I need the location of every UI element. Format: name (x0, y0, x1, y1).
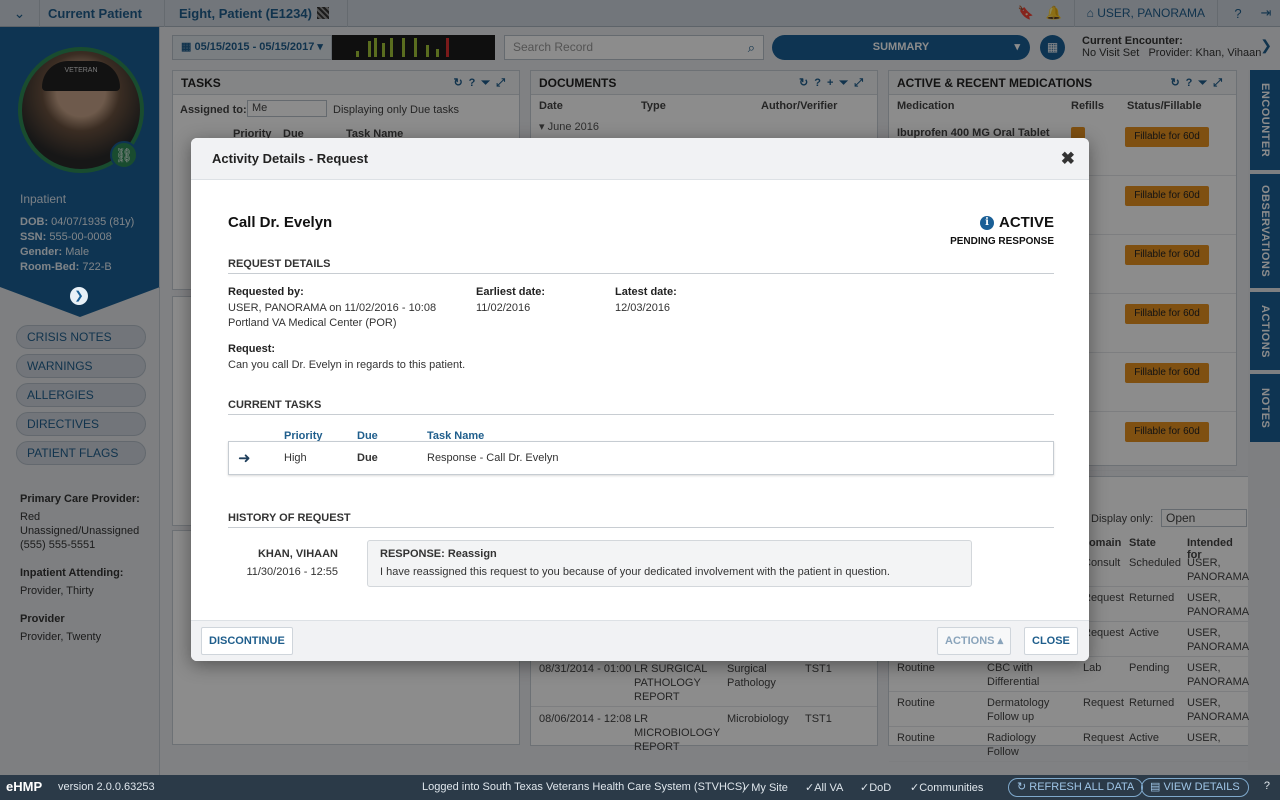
site-communities[interactable]: ✓Communities (910, 781, 983, 794)
earliest-date-label: Earliest date: (476, 286, 546, 298)
view-details-label: VIEW DETAILS (1163, 781, 1240, 793)
brand-logo: eHMP (6, 779, 43, 794)
modal-header: Activity Details - Request ✖ (191, 138, 1089, 180)
task-name: Response - Call Dr. Evelyn (427, 452, 559, 464)
arrow-right-icon: ➜ (238, 450, 251, 467)
history-datetime: 11/30/2016 - 12:55 (246, 566, 338, 578)
request-label: Request: (228, 343, 276, 355)
facility-value: Portland VA Medical Center (POR) (228, 317, 397, 329)
current-tasks-heading: CURRENT TASKS (228, 399, 1054, 415)
request-title: Call Dr. Evelyn (228, 214, 333, 231)
earliest-date-value: 11/02/2016 (476, 302, 531, 314)
info-icon[interactable]: i (979, 215, 994, 230)
request-status-text: ACTIVE (998, 214, 1054, 231)
actions-button[interactable]: ACTIONS ▴ (937, 627, 1012, 655)
response-title: RESPONSE: Reassign (380, 548, 497, 560)
site-label: DoD (869, 782, 892, 794)
modal-body: Call Dr. Evelyn i ACTIVE PENDING RESPONS… (228, 180, 1054, 620)
site-label: All VA (814, 782, 844, 794)
task-due: Due (357, 452, 378, 464)
site-label: My Site (751, 782, 788, 794)
status-footer: eHMP version 2.0.0.63253 Logged into Sou… (0, 775, 1280, 800)
task-row[interactable]: ➜ High Due Response - Call Dr. Evelyn (228, 441, 1054, 475)
site-dod[interactable]: ✓DoD (860, 781, 891, 794)
request-details-heading: REQUEST DETAILS (228, 258, 1054, 274)
modal-footer: DISCONTINUE ACTIONS ▴ CLOSE (191, 620, 1089, 661)
requested-by-value: USER, PANORAMA on 11/02/2016 - 10:08 (228, 302, 437, 314)
modal-title: Activity Details - Request (212, 151, 369, 166)
requested-by-label: Requested by: (228, 286, 304, 298)
history-response: RESPONSE: Reassign I have reassigned thi… (367, 540, 972, 587)
actions-label: ACTIONS (945, 635, 995, 647)
site-all-va[interactable]: ✓All VA (805, 781, 843, 794)
caret-up-icon: ▴ (997, 635, 1004, 647)
activity-details-modal: Activity Details - Request ✖ Call Dr. Ev… (191, 138, 1089, 661)
refresh-label: REFRESH ALL DATA (1029, 781, 1135, 793)
view-details-button[interactable]: ▤ VIEW DETAILS (1141, 778, 1249, 797)
expand-chevron-icon[interactable]: ❯ (70, 287, 88, 305)
site-my-site[interactable]: ✓My Site (742, 781, 788, 794)
help-icon[interactable]: ? (1264, 780, 1270, 792)
latest-date-value: 12/03/2016 (615, 302, 671, 314)
login-status: Logged into South Texas Veterans Health … (422, 781, 746, 793)
request-substatus: PENDING RESPONSE (950, 236, 1054, 247)
site-label: Communities (919, 782, 984, 794)
latest-date-label: Latest date: (615, 286, 677, 298)
discontinue-button[interactable]: DISCONTINUE (201, 627, 293, 655)
close-icon[interactable]: ✖ (1061, 138, 1075, 180)
task-priority: High (284, 452, 307, 464)
close-button[interactable]: CLOSE (1024, 627, 1078, 655)
response-text: I have reassigned this request to you be… (380, 566, 890, 578)
app-version: version 2.0.0.63253 (58, 781, 155, 793)
request-status: i ACTIVE (979, 214, 1054, 231)
history-author: KHAN, VIHAAN (257, 548, 338, 560)
history-heading: HISTORY OF REQUEST (228, 512, 1054, 528)
refresh-all-button[interactable]: ↻ REFRESH ALL DATA (1008, 778, 1144, 797)
request-text: Can you call Dr. Evelyn in regards to th… (228, 359, 466, 371)
